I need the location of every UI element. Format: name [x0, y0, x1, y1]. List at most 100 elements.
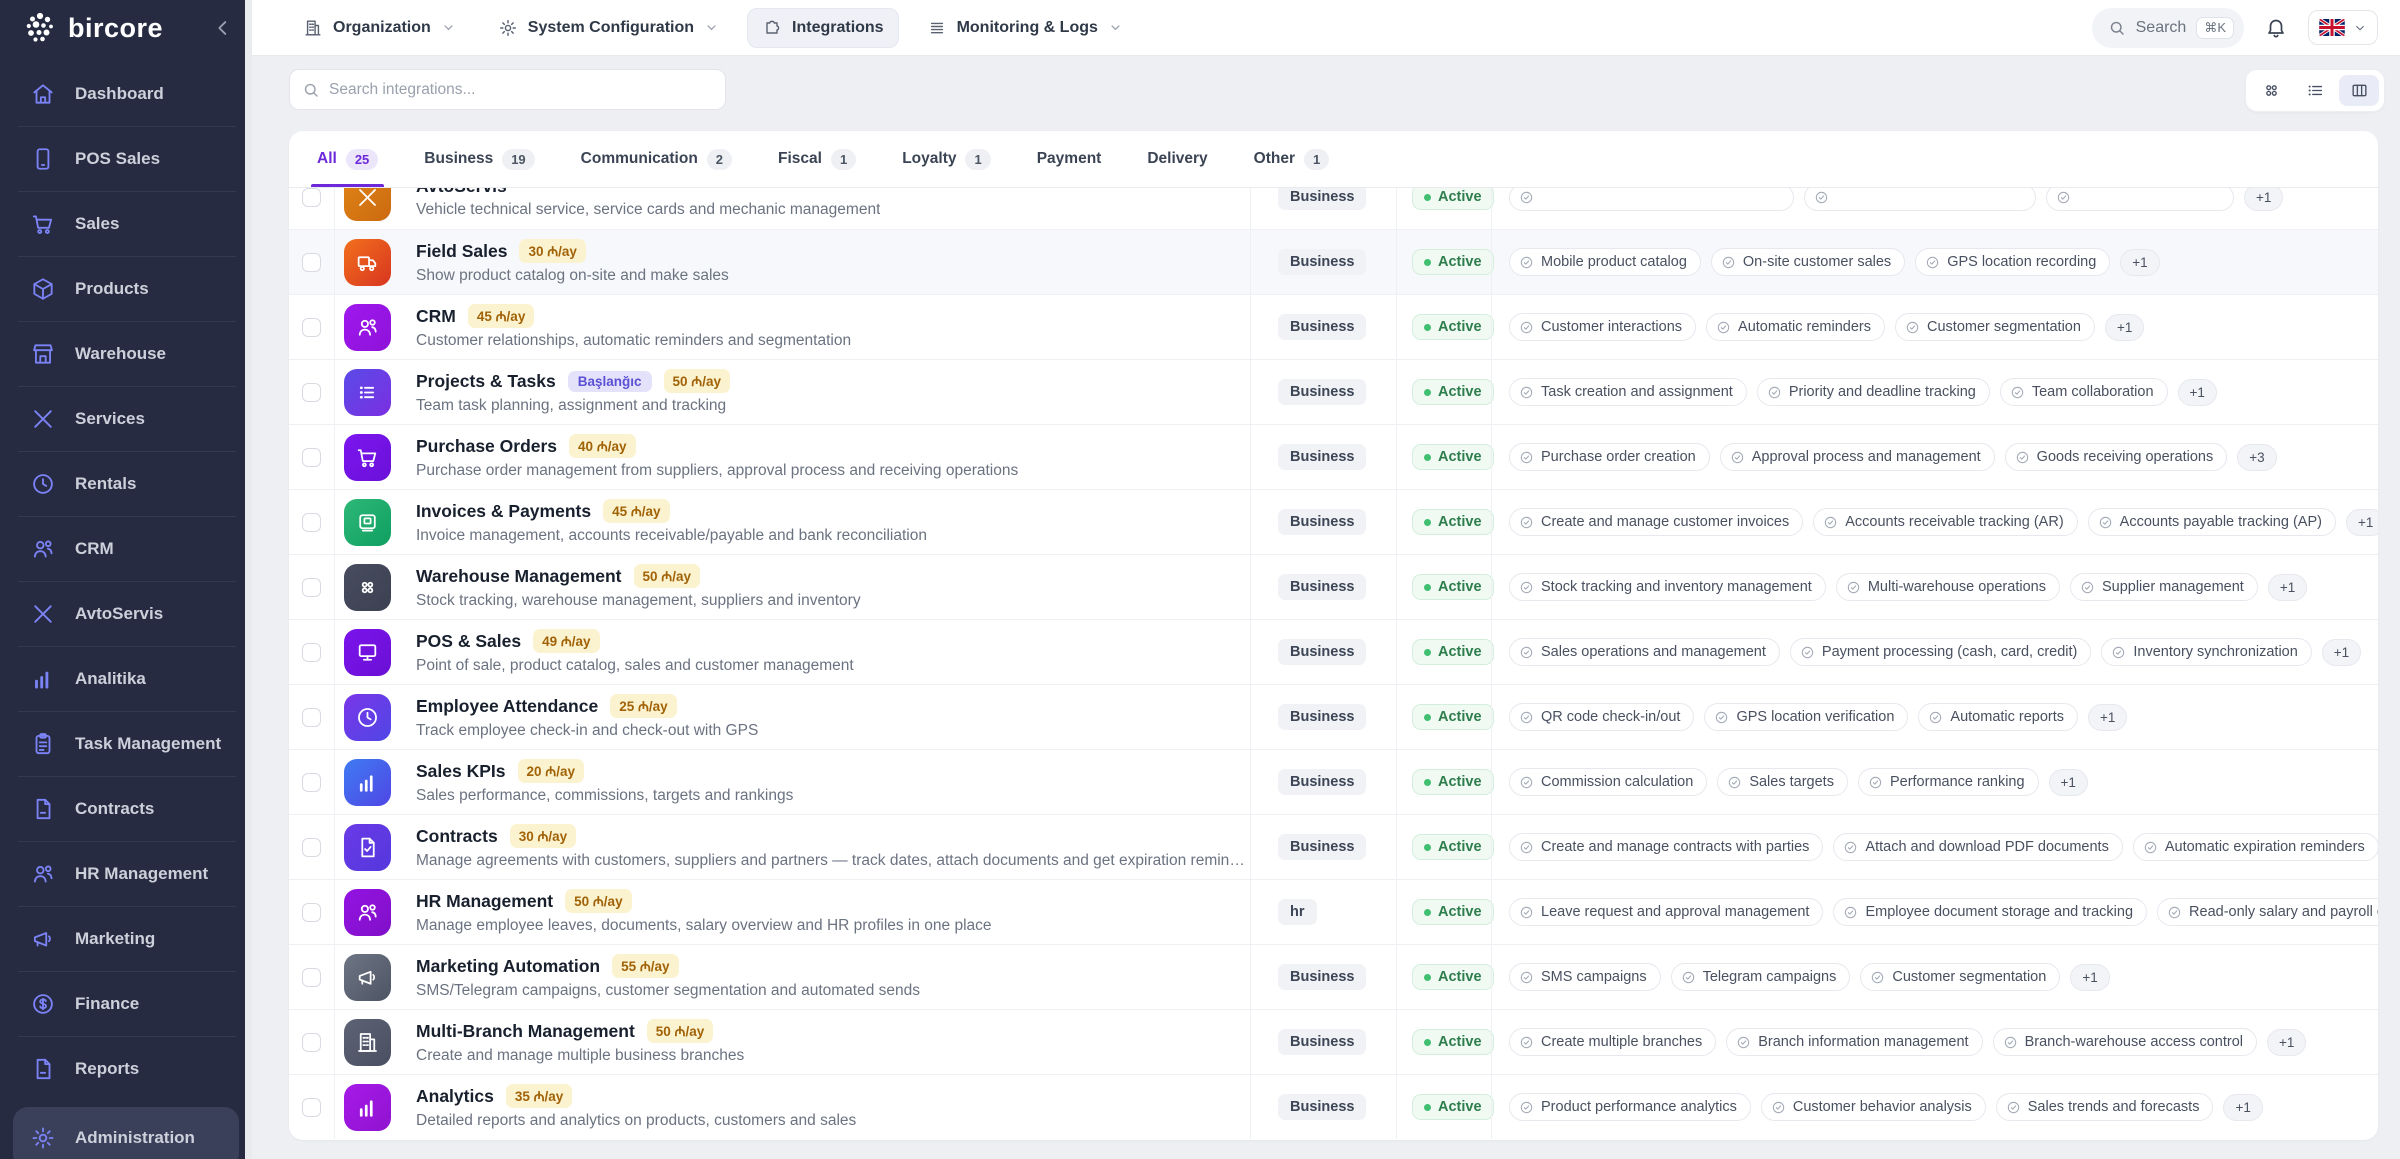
- row-checkbox[interactable]: [302, 383, 321, 402]
- nav-item-integrations[interactable]: Integrations: [747, 8, 899, 48]
- sidebar-item-contracts[interactable]: Contracts: [0, 777, 252, 841]
- category-cell: Business: [1250, 945, 1396, 1009]
- integration-name: Analytics: [416, 1086, 494, 1107]
- tab-payment[interactable]: Payment: [1031, 131, 1108, 187]
- table-row-hr-management[interactable]: HR Management50 ₼/ayManage employee leav…: [289, 879, 2378, 944]
- global-search-button[interactable]: Search ⌘K: [2092, 8, 2244, 48]
- grid-view-button[interactable]: [2251, 75, 2291, 106]
- more-tags-badge: +3: [2237, 444, 2276, 471]
- table-row-field-sales[interactable]: Field Sales30 ₼/ayShow product catalog o…: [289, 229, 2378, 294]
- row-checkbox[interactable]: [302, 838, 321, 857]
- row-checkbox[interactable]: [302, 318, 321, 337]
- category-tabs: All25 Business19 Communication2 Fiscal1 Loya…: [289, 131, 2378, 188]
- table-row-purchase-orders[interactable]: Purchase Orders40 ₼/ayPurchase order man…: [289, 424, 2378, 489]
- check-circle-icon: [1519, 190, 1534, 205]
- row-checkbox[interactable]: [302, 708, 321, 727]
- sidebar-collapse-button[interactable]: [212, 17, 234, 39]
- sidebar-item-marketing[interactable]: Marketing: [0, 907, 252, 971]
- table-row-crm[interactable]: CRM45 ₼/ayCustomer relationships, automa…: [289, 294, 2378, 359]
- check-circle-icon: [1771, 1100, 1786, 1115]
- row-checkbox[interactable]: [302, 643, 321, 662]
- table-row-avtoservis[interactable]: AvtoServisVehicle technical service, ser…: [289, 188, 2378, 229]
- cube-icon: [30, 276, 56, 302]
- tab-communication[interactable]: Communication2: [575, 131, 738, 187]
- sidebar-scrollbar[interactable]: [245, 0, 252, 1159]
- sidebar-item-task-management[interactable]: Task Management: [0, 712, 252, 776]
- main-area: Organization System Configuration Integrat…: [252, 0, 2400, 1159]
- sidebar-item-dashboard[interactable]: Dashboard: [0, 62, 252, 126]
- sidebar-item-hr-management[interactable]: HR Management: [0, 842, 252, 906]
- integration-name: AvtoServis: [416, 188, 507, 197]
- top-nav: Organization System Configuration Integrat…: [289, 8, 1137, 48]
- price-badge: 45 ₼/ay: [468, 304, 534, 328]
- tab-other[interactable]: Other1: [1248, 131, 1336, 187]
- row-checkbox[interactable]: [302, 578, 321, 597]
- row-checkbox[interactable]: [302, 513, 321, 532]
- tab-loyalty[interactable]: Loyalty1: [896, 131, 997, 187]
- table-row-contracts[interactable]: Contracts30 ₼/ayManage agreements with c…: [289, 814, 2378, 879]
- status-badge: Active: [1412, 188, 1494, 210]
- sidebar-item-avtoservis[interactable]: AvtoServis: [0, 582, 252, 646]
- table-row-multi-branch-management[interactable]: Multi-Branch Management50 ₼/ayCreate and…: [289, 1009, 2378, 1074]
- table-row-marketing-automation[interactable]: Marketing Automation55 ₼/aySMS/Telegram …: [289, 944, 2378, 1009]
- more-tags-badge: +1: [2244, 188, 2283, 211]
- chart-icon: [344, 759, 391, 806]
- row-checkbox[interactable]: [302, 188, 321, 207]
- row-checkbox[interactable]: [302, 1033, 321, 1052]
- row-checkbox[interactable]: [302, 1098, 321, 1117]
- row-checkbox[interactable]: [302, 448, 321, 467]
- more-tags-badge: +1: [2105, 314, 2144, 341]
- sidebar-item-products[interactable]: Products: [0, 257, 252, 321]
- notifications-button[interactable]: [2264, 16, 2288, 40]
- sidebar-item-reports[interactable]: Reports: [0, 1037, 252, 1101]
- status-badge: Active: [1412, 1094, 1494, 1120]
- integrations-search-input[interactable]: [329, 81, 713, 99]
- nav-item-organization[interactable]: Organization: [289, 9, 470, 47]
- sidebar-item-finance[interactable]: Finance: [0, 972, 252, 1036]
- price-badge: 50 ₼/ay: [565, 889, 631, 913]
- truck-icon: [344, 239, 391, 286]
- table-row-invoices-payments[interactable]: Invoices & Payments45 ₼/ayInvoice manage…: [289, 489, 2378, 554]
- tab-fiscal[interactable]: Fiscal1: [772, 131, 862, 187]
- sidebar-item-warehouse[interactable]: Warehouse: [0, 322, 252, 386]
- file-icon: [30, 796, 56, 822]
- tab-delivery[interactable]: Delivery: [1141, 131, 1213, 187]
- sidebar-item-administration[interactable]: Administration: [13, 1107, 239, 1159]
- nav-item-monitoring-logs[interactable]: Monitoring & Logs: [913, 9, 1137, 47]
- check-circle-icon: [1721, 255, 1736, 270]
- integration-cell: Multi-Branch Management50 ₼/ayCreate and…: [335, 1019, 1250, 1066]
- sidebar-item-sales[interactable]: Sales: [0, 192, 252, 256]
- list-view-button[interactable]: [2295, 75, 2335, 106]
- integration-description: Stock tracking, warehouse management, su…: [416, 592, 861, 610]
- check-circle-icon: [2080, 580, 2095, 595]
- tab-all[interactable]: All25: [311, 131, 384, 187]
- row-checkbox[interactable]: [302, 773, 321, 792]
- status-dot-icon: [1424, 259, 1431, 266]
- sidebar-item-crm[interactable]: CRM: [0, 517, 252, 581]
- integration-description: Point of sale, product catalog, sales an…: [416, 657, 854, 675]
- sidebar-item-pos-sales[interactable]: POS Sales: [0, 127, 252, 191]
- table-row-projects-tasks[interactable]: Projects & TasksBaşlanğıc50 ₼/ayTeam tas…: [289, 359, 2378, 424]
- status-dot-icon: [1424, 1104, 1431, 1111]
- integration-description: Customer relationships, automatic remind…: [416, 332, 851, 350]
- sidebar-item-analitika[interactable]: Analitika: [0, 647, 252, 711]
- language-selector[interactable]: [2308, 10, 2378, 45]
- table-row-analytics[interactable]: Analytics35 ₼/ayDetailed reports and ana…: [289, 1074, 2378, 1139]
- integration-cell: Purchase Orders40 ₼/ayPurchase order man…: [335, 434, 1250, 481]
- nav-item-system-configuration[interactable]: System Configuration: [484, 9, 733, 47]
- tools-icon: [344, 188, 391, 221]
- table-row-pos-sales[interactable]: POS & Sales49 ₼/ayPoint of sale, product…: [289, 619, 2378, 684]
- sidebar-item-rentals[interactable]: Rentals: [0, 452, 252, 516]
- table-row-warehouse-management[interactable]: Warehouse Management50 ₼/ayStock trackin…: [289, 554, 2378, 619]
- sidebar-item-services[interactable]: Services: [0, 387, 252, 451]
- row-checkbox[interactable]: [302, 968, 321, 987]
- table-row-sales-kpis[interactable]: Sales KPIs20 ₼/aySales performance, comm…: [289, 749, 2378, 814]
- row-checkbox[interactable]: [302, 253, 321, 272]
- row-checkbox[interactable]: [302, 903, 321, 922]
- columns-view-button[interactable]: [2339, 75, 2379, 106]
- table-row-employee-attendance[interactable]: Employee Attendance25 ₼/ayTrack employee…: [289, 684, 2378, 749]
- sidebar-item-label: Finance: [75, 994, 139, 1014]
- tab-business[interactable]: Business19: [418, 131, 540, 187]
- check-circle-icon: [2015, 450, 2030, 465]
- checkbox-cell: [289, 815, 335, 879]
